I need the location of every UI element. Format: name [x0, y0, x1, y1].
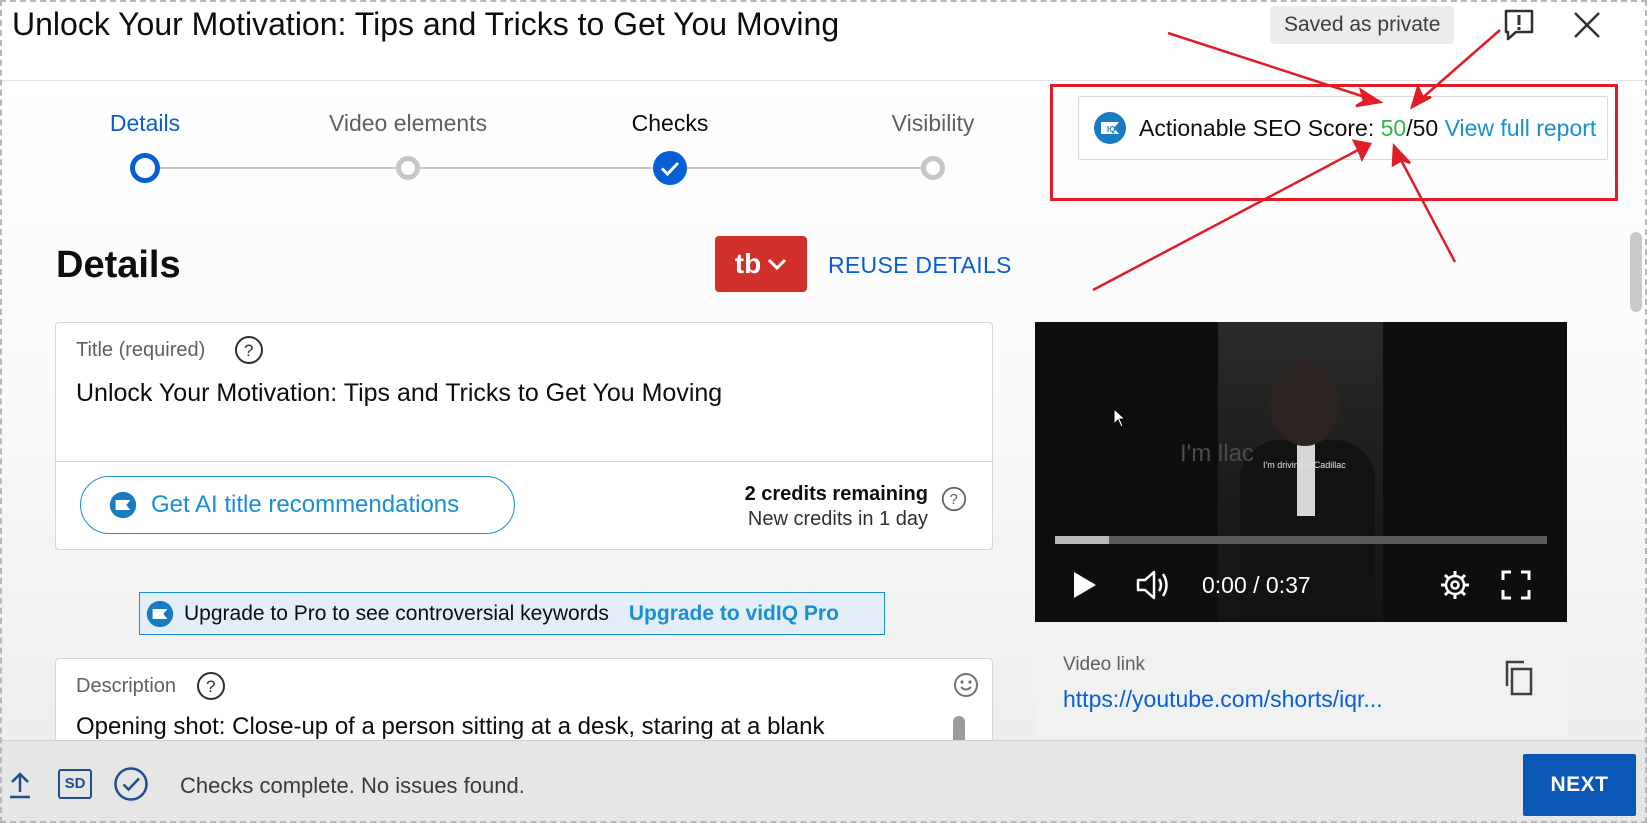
feedback-icon[interactable] — [1502, 8, 1536, 42]
video-progress-fill — [1055, 536, 1110, 544]
video-speaker-shirt — [1297, 444, 1315, 516]
upgrade-vidiq-pro-link[interactable]: Upgrade to vidIQ Pro — [629, 602, 839, 626]
upload-icon[interactable] — [8, 770, 32, 800]
credits-refresh: New credits in 1 day — [747, 508, 928, 530]
step-checks[interactable]: Checks — [632, 110, 709, 137]
ai-title-recommendations-label: Get AI title recommendations — [151, 491, 460, 518]
credits-remaining: 2 credits remaining — [744, 483, 928, 505]
close-icon[interactable] — [1570, 8, 1604, 42]
video-speaker-head — [1270, 362, 1340, 446]
video-link-url[interactable]: https://youtube.com/shorts/iqr... — [1063, 686, 1383, 713]
video-link-label: Video link — [1063, 654, 1146, 675]
description-help-icon[interactable]: ? — [196, 671, 226, 701]
saved-status-chip: Saved as private — [1270, 6, 1455, 44]
description-label: Description — [76, 675, 177, 697]
title-label: Title (required) — [76, 339, 206, 361]
step-details-dot[interactable] — [130, 153, 160, 183]
step-video-elements[interactable]: Video elements — [329, 110, 487, 137]
check-icon — [660, 161, 680, 177]
play-icon[interactable] — [1070, 570, 1098, 600]
description-input[interactable]: Opening shot: Close-up of a person sitti… — [76, 713, 824, 741]
reuse-details-button[interactable]: REUSE DETAILS — [828, 252, 1012, 279]
annotation-highlight-box — [1050, 84, 1618, 201]
vidiq-logo-icon — [109, 491, 137, 519]
title-help-icon[interactable]: ? — [234, 335, 264, 365]
cursor-icon — [1113, 407, 1127, 428]
credits-help-icon[interactable]: ? — [941, 486, 967, 512]
step-visibility-dot[interactable] — [921, 156, 945, 180]
tubebuddy-button[interactable]: tb — [715, 236, 807, 292]
volume-icon[interactable] — [1135, 568, 1171, 602]
sd-quality-badge[interactable]: SD — [58, 769, 92, 799]
svg-text:?: ? — [950, 492, 958, 508]
svg-text:?: ? — [206, 677, 215, 696]
next-button[interactable]: NEXT — [1523, 754, 1636, 816]
video-caption: I'm llac — [1180, 440, 1254, 467]
dialog-title: Unlock Your Motivation: Tips and Tricks … — [12, 6, 840, 42]
title-field: Title (required) ? Unlock Your Motivatio… — [55, 322, 993, 550]
step-details[interactable]: Details — [110, 110, 180, 137]
footer-bar: SD Checks complete. No issues found. NEX… — [0, 740, 1647, 823]
upgrade-banner: Upgrade to Pro to see controversial keyw… — [139, 592, 885, 635]
vidiq-logo-icon — [146, 600, 174, 627]
step-video-elements-dot[interactable] — [396, 156, 420, 180]
header-divider — [0, 80, 1647, 81]
chevron-down-icon — [768, 258, 787, 271]
video-time: 0:00 / 0:37 — [1202, 572, 1311, 598]
video-inner-caption: I'm driving a Cadillac — [1263, 460, 1346, 470]
details-heading: Details — [56, 244, 181, 286]
tubebuddy-logo: tb — [734, 248, 762, 279]
step-visibility[interactable]: Visibility — [892, 110, 975, 137]
video-link-panel: Video link https://youtube.com/shorts/iq… — [1035, 622, 1567, 740]
settings-gear-icon[interactable] — [1439, 569, 1471, 601]
step-checks-dot[interactable] — [653, 151, 687, 185]
video-progress-bar[interactable] — [1055, 536, 1547, 544]
footer-divider — [0, 740, 1647, 741]
video-player[interactable]: I'm llac I'm driving a Cadillac 0:00 / 0… — [1035, 322, 1567, 622]
page-scrollbar[interactable] — [1630, 232, 1642, 312]
copy-icon[interactable] — [1503, 660, 1533, 696]
title-input[interactable]: Unlock Your Motivation: Tips and Tricks … — [76, 379, 722, 408]
title-divider — [56, 461, 992, 462]
upgrade-message: Upgrade to Pro to see controversial keyw… — [184, 601, 609, 625]
check-circle-icon[interactable] — [113, 766, 149, 802]
credits-info: 2 credits remaining New credits in 1 day — [745, 483, 928, 531]
emoji-icon[interactable] — [952, 671, 980, 699]
checks-status: Checks complete. No issues found. — [180, 773, 525, 798]
stepper-line — [145, 167, 930, 169]
ai-title-recommendations-button[interactable]: Get AI title recommendations — [80, 476, 515, 534]
svg-text:?: ? — [244, 341, 253, 360]
fullscreen-icon[interactable] — [1501, 570, 1531, 600]
